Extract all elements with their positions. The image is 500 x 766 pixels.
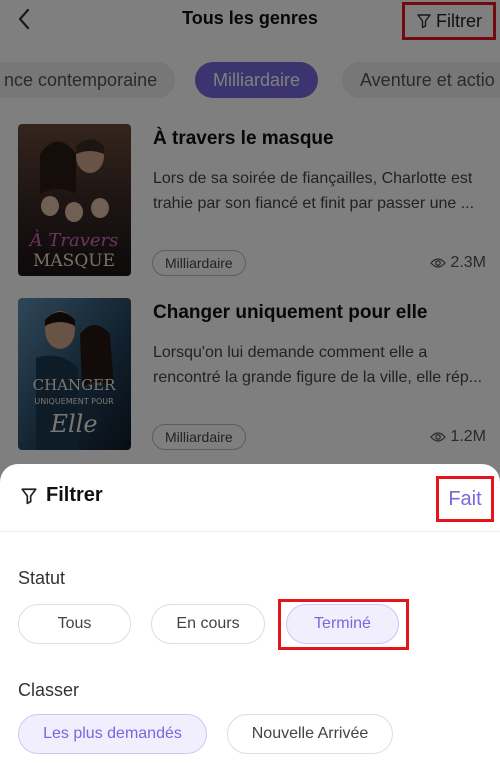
sort-option-most-requested[interactable]: Les plus demandés bbox=[18, 714, 207, 754]
filter-sheet: Filtrer Fait Statut Tous En cours Termin… bbox=[0, 464, 500, 766]
funnel-icon bbox=[21, 487, 37, 504]
sheet-title-group: Filtrer bbox=[20, 484, 103, 507]
status-option-tous[interactable]: Tous bbox=[18, 604, 131, 644]
highlight-box bbox=[278, 599, 409, 650]
sort-label: Classer bbox=[18, 680, 80, 700]
sheet-header: Filtrer Fait bbox=[0, 464, 500, 532]
status-option-en-cours[interactable]: En cours bbox=[151, 604, 265, 644]
sort-option-new-arrival[interactable]: Nouvelle Arrivée bbox=[227, 714, 393, 754]
sheet-title: Filtrer bbox=[46, 484, 103, 506]
status-label: Statut bbox=[18, 568, 66, 588]
done-button[interactable]: Fait bbox=[436, 476, 494, 522]
